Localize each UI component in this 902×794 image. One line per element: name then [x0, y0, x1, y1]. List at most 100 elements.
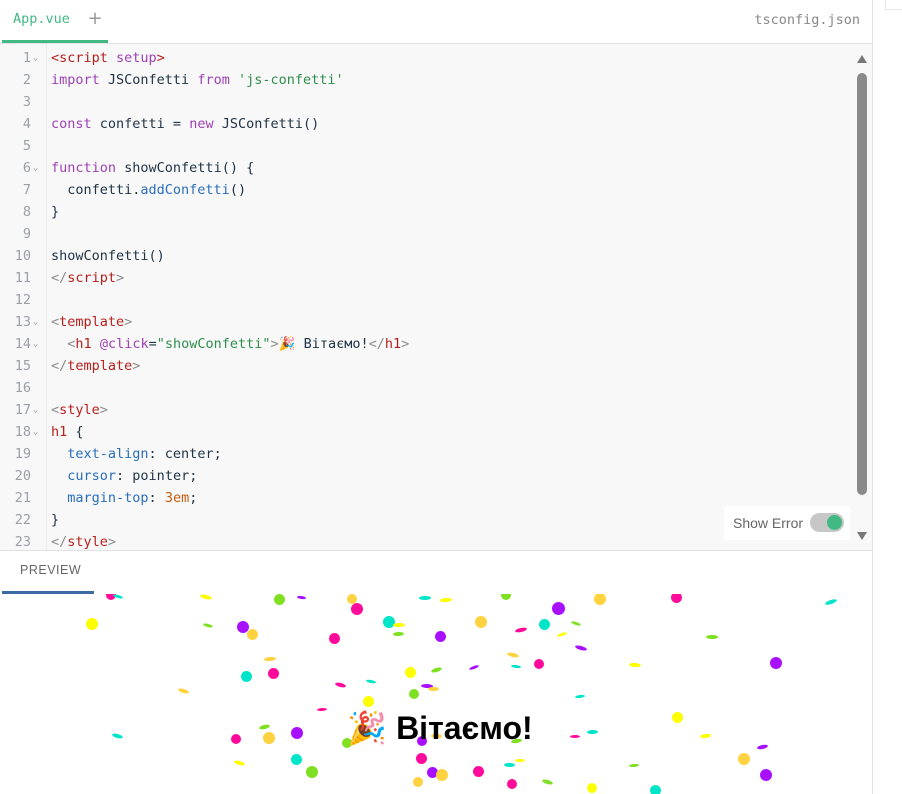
code-token: confetti.: [51, 182, 141, 198]
line-number: 10: [14, 248, 31, 264]
confetti-piece: [427, 686, 439, 691]
confetti-piece: [86, 618, 98, 630]
code-token: {: [67, 424, 84, 440]
code-token: style: [67, 534, 108, 550]
confetti-piece: [199, 594, 213, 601]
repl-pane: App.vue + tsconfig.json 1 ⌄ <script setup>…: [0, 0, 873, 794]
code-line[interactable]: 12: [0, 289, 850, 311]
confetti-piece: [240, 670, 252, 682]
code-token: </: [51, 534, 68, 550]
code-line[interactable]: 14 ⌄ <h1 @click="showConfetti">🎉 Вітаємо!…: [0, 333, 850, 355]
line-number: 9: [22, 226, 31, 242]
code-token: h1: [75, 336, 92, 352]
code-text: }: [51, 201, 59, 223]
code-line[interactable]: 2 import JSConfetti from 'js-confetti': [0, 69, 850, 91]
confetti-piece: [233, 759, 245, 766]
line-number: 18: [14, 424, 31, 440]
fold-chevron-icon[interactable]: ⌄: [33, 311, 38, 333]
show-error-switch[interactable]: [810, 513, 844, 532]
fold-chevron-icon[interactable]: ⌄: [33, 47, 38, 69]
code-text: <h1 @click="showConfetti">🎉 Вітаємо!</h1…: [51, 333, 409, 355]
code-line[interactable]: 17 ⌄ <style>: [0, 399, 850, 421]
confetti-piece: [296, 594, 306, 600]
confetti-piece: [628, 763, 640, 768]
code-text: </script>: [51, 267, 124, 289]
tab-tsconfig-json[interactable]: tsconfig.json: [754, 12, 860, 28]
confetti-piece: [202, 622, 214, 629]
confetti-piece: [290, 753, 302, 765]
tab-preview[interactable]: PREVIEW: [2, 551, 94, 594]
confetti-piece: [770, 657, 782, 669]
code-line[interactable]: 23 </style>: [0, 531, 850, 550]
code-line[interactable]: 16: [0, 377, 850, 399]
scroll-up-arrow-icon[interactable]: [857, 55, 867, 63]
code-line[interactable]: 6 ⌄ function showConfetti() {: [0, 157, 850, 179]
add-file-button[interactable]: +: [86, 8, 104, 30]
code-line[interactable]: 9: [0, 223, 850, 245]
code-token: @click: [99, 336, 149, 352]
code-token: >: [132, 358, 141, 374]
code-token: >: [270, 336, 279, 352]
code-line[interactable]: 15 </template>: [0, 355, 850, 377]
code-token: </: [51, 358, 68, 374]
fold-chevron-icon[interactable]: ⌄: [33, 421, 38, 443]
editor-scrollbar-thumb[interactable]: [857, 73, 867, 495]
code-line[interactable]: 5: [0, 135, 850, 157]
confetti-piece: [541, 777, 553, 786]
confetti-piece: [503, 762, 515, 767]
scroll-down-arrow-icon[interactable]: [857, 532, 867, 540]
confetti-piece: [267, 667, 279, 679]
confetti-piece: [574, 694, 586, 699]
panel-corner: [885, 0, 902, 10]
line-number: 6: [22, 160, 31, 176]
code-text: text-align: center;: [51, 443, 222, 465]
preview-pane: 🎉 Вітаємо!: [0, 594, 872, 794]
confetti-piece: [538, 618, 550, 630]
code-line[interactable]: 22}: [0, 509, 850, 531]
code-token: </: [51, 270, 68, 286]
code-token: (): [229, 182, 247, 198]
code-token: }: [51, 204, 60, 220]
code-token: <script: [51, 50, 108, 66]
code-line[interactable]: 21 margin-top: 3em;: [0, 487, 850, 509]
code-line[interactable]: 10 showConfetti(): [0, 245, 850, 267]
code-line[interactable]: 3: [0, 91, 850, 113]
code-line[interactable]: 1 ⌄ <script setup>: [0, 47, 850, 69]
code-token: =: [148, 336, 157, 352]
code-line[interactable]: 4 const confetti = new JSConfetti(): [0, 113, 850, 135]
code-line[interactable]: 18 ⌄ h1 {: [0, 421, 850, 443]
fold-chevron-icon[interactable]: ⌄: [33, 333, 38, 355]
show-error-label: Show Error: [733, 515, 804, 531]
code-line[interactable]: 13 ⌄ <template>: [0, 311, 850, 333]
confetti-piece: [404, 666, 416, 678]
code-line[interactable]: 19 text-align: center;: [0, 443, 850, 465]
fold-chevron-icon[interactable]: ⌄: [33, 399, 38, 421]
code-text: h1 {: [51, 421, 84, 443]
preview-heading[interactable]: 🎉 Вітаємо!: [0, 709, 872, 747]
code-token: "showConfetti": [156, 336, 271, 352]
line-number: 7: [22, 182, 31, 198]
confetti-piece: [468, 664, 480, 671]
fold-chevron-icon[interactable]: ⌄: [33, 157, 38, 179]
code-line[interactable]: 8}: [0, 201, 850, 223]
code-token: new: [189, 116, 214, 132]
code-token: text-align: [67, 446, 149, 462]
code-editor[interactable]: 1 ⌄ <script setup> 2 import JSConfetti from …: [0, 44, 872, 550]
code-token: }: [51, 512, 60, 528]
code-token: script: [67, 270, 117, 286]
confetti-piece: [551, 601, 565, 615]
code-text: <script setup>: [51, 47, 165, 69]
confetti-piece: [628, 662, 642, 668]
code-text: cursor: pointer;: [51, 465, 197, 487]
confetti-piece: [430, 665, 442, 674]
code-token: margin-top: [67, 490, 149, 506]
confetti-piece: [760, 769, 772, 781]
code-line[interactable]: 7 confetti.addConfetti(): [0, 179, 850, 201]
line-number: 14: [14, 336, 31, 352]
code-text: margin-top: 3em;: [51, 487, 197, 509]
code-token: : center;: [148, 446, 222, 462]
code-line[interactable]: 11 </script>: [0, 267, 850, 289]
code-line[interactable]: 20 cursor: pointer;: [0, 465, 850, 487]
line-number: 11: [14, 270, 31, 286]
